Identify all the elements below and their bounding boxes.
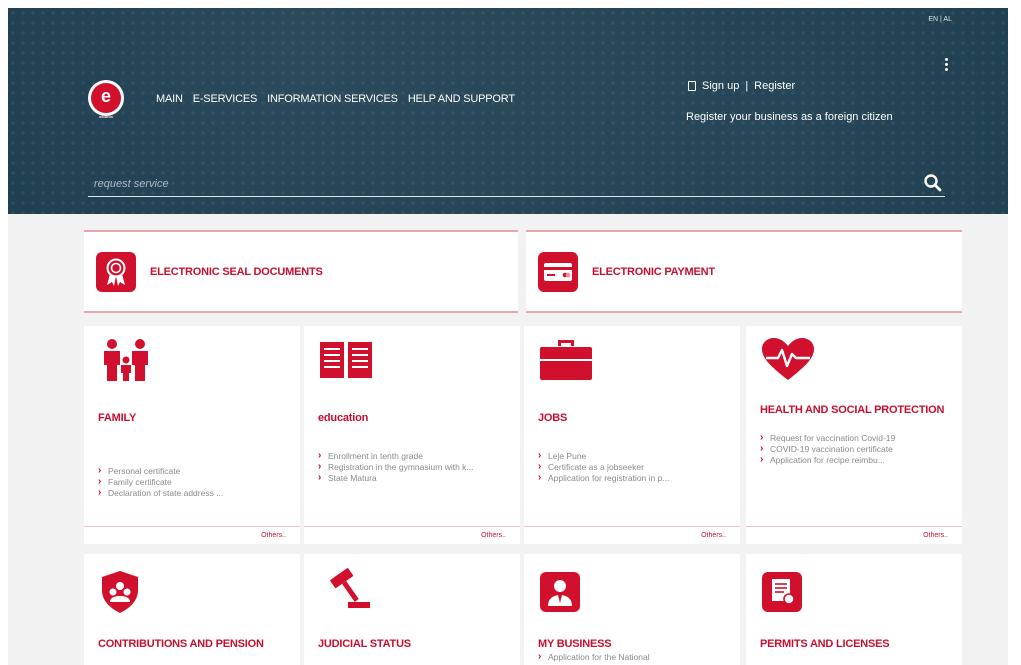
service-link[interactable]: › Leje Pune: [538, 450, 734, 462]
chevron-right-icon: ›: [760, 432, 764, 443]
more-options-icon[interactable]: [944, 58, 950, 73]
chevron-right-icon: ›: [538, 450, 542, 461]
category-card-jobs[interactable]: JOBS › Leje Pune › Certificate as a jobsee…: [524, 326, 740, 544]
license-document-icon: [762, 572, 802, 612]
nav-item-help-and-support[interactable]: HELP AND SUPPORT: [408, 93, 515, 105]
site-logo[interactable]: e albania: [88, 80, 124, 119]
heart-pulse-icon: [762, 338, 814, 380]
category-title: PERMITS AND LICENSES: [760, 638, 890, 650]
search-input[interactable]: [94, 175, 874, 193]
featured-label: ELECTRONIC SEAL DOCUMENTS: [150, 265, 323, 278]
service-link[interactable]: › Request for vaccination Covid-19: [760, 432, 956, 444]
nav-item-e-services[interactable]: E-SERVICES: [193, 93, 258, 105]
chevron-right-icon: ›: [538, 472, 542, 483]
service-link[interactable]: › Application for recipe reimbu...: [760, 454, 956, 466]
service-link[interactable]: › Application for the National: [538, 651, 734, 663]
service-search: [88, 173, 945, 197]
chevron-right-icon: ›: [760, 443, 764, 454]
category-title: education: [318, 412, 369, 424]
business-person-icon: [540, 572, 580, 612]
category-card-family[interactable]: FAMILY › Personal certificate › Family cer…: [84, 326, 300, 544]
seal-badge-icon: [96, 251, 136, 292]
service-link[interactable]: › Family certificate: [98, 476, 294, 488]
book-icon: [320, 342, 372, 378]
foreign-business-register-link[interactable]: Register your business as a foreign citi…: [686, 111, 893, 123]
others-link[interactable]: Others..: [304, 526, 520, 544]
category-title: FAMILY: [98, 412, 137, 424]
category-title: HEALTH AND SOCIAL PROTECTION: [760, 404, 945, 416]
category-services: › Leje Pune › Certificate as a jobseeker ›…: [538, 451, 734, 484]
chevron-right-icon: ›: [98, 476, 102, 487]
chevron-right-icon: ›: [318, 472, 322, 483]
featured-card-seal-documents[interactable]: ELECTRONIC SEAL DOCUMENTS: [84, 230, 518, 313]
service-link[interactable]: › Application for registration in p...: [538, 472, 734, 484]
category-card-education[interactable]: education › Enrollment in tenth grade › Re…: [304, 326, 520, 544]
category-services: › Application for the National: [538, 652, 734, 663]
category-title: CONTRIBUTIONS AND PENSION: [98, 638, 264, 650]
category-card-contributions-pension[interactable]: CONTRIBUTIONS AND PENSION: [84, 554, 300, 665]
service-link[interactable]: › Personal certificate: [98, 465, 294, 477]
service-link[interactable]: › COVID-19 vaccination certificate: [760, 443, 956, 455]
category-card-my-business[interactable]: MY BUSINESS › Application for the Nationa…: [524, 554, 740, 665]
chevron-right-icon: ›: [538, 461, 542, 472]
nav-item-main[interactable]: MAIN: [156, 93, 183, 105]
auth-separator: |: [745, 80, 749, 92]
chevron-right-icon: ›: [98, 465, 102, 476]
service-link[interactable]: › State Matura: [318, 472, 514, 484]
others-link[interactable]: Others..: [524, 526, 740, 544]
category-title: JUDICIAL STATUS: [318, 638, 411, 650]
category-title: MY BUSINESS: [538, 638, 612, 650]
category-services: › Request for vaccination Covid-19 › COVID…: [760, 433, 956, 466]
logo-letter: e: [100, 86, 111, 106]
category-services: › Personal certificate › Family certificat…: [98, 466, 294, 499]
service-link[interactable]: › Enrollment in tenth grade: [318, 450, 514, 462]
others-link[interactable]: Others..: [84, 526, 300, 544]
shield-people-icon: [102, 571, 138, 613]
language-switcher[interactable]: EN | AL: [928, 16, 952, 23]
briefcase-icon: [540, 340, 592, 380]
chevron-right-icon: ›: [538, 651, 542, 662]
category-card-judicial-status[interactable]: JUDICIAL STATUS: [304, 554, 520, 665]
service-link[interactable]: › Certificate as a jobseeker: [538, 461, 734, 473]
chevron-right-icon: ›: [318, 450, 322, 461]
featured-label: ELECTRONIC PAYMENT: [592, 265, 715, 278]
main-navigation: MAIN E-SERVICES INFORMATION SERVICES HEL…: [156, 93, 515, 105]
category-card-permits-licenses[interactable]: PERMITS AND LICENSES: [746, 554, 962, 665]
category-services: › Enrollment in tenth grade › Registration…: [318, 451, 514, 484]
logo-subtext: albania: [99, 114, 113, 119]
featured-card-electronic-payment[interactable]: ELECTRONIC PAYMENT: [526, 230, 962, 313]
others-link[interactable]: Others..: [746, 526, 962, 544]
category-title: JOBS: [538, 412, 568, 424]
service-link[interactable]: › Declaration of state address ...: [98, 487, 294, 499]
sign-up-link[interactable]: Sign up: [702, 80, 739, 92]
chevron-right-icon: ›: [760, 454, 764, 465]
search-icon[interactable]: [923, 173, 943, 193]
family-icon: [104, 339, 148, 381]
register-link[interactable]: Register: [754, 80, 795, 92]
sign-up-icon: [688, 81, 696, 91]
auth-links: Sign up | Register: [688, 80, 795, 92]
chevron-right-icon: ›: [318, 461, 322, 472]
gavel-icon: [330, 568, 370, 608]
payment-card-icon: [538, 251, 578, 292]
service-link[interactable]: › Registration in the gymnasium with k...: [318, 461, 514, 473]
category-card-health-social-protection[interactable]: HEALTH AND SOCIAL PROTECTION › Request fo…: [746, 326, 962, 544]
nav-item-information-services[interactable]: INFORMATION SERVICES: [267, 93, 398, 105]
chevron-right-icon: ›: [98, 487, 102, 498]
